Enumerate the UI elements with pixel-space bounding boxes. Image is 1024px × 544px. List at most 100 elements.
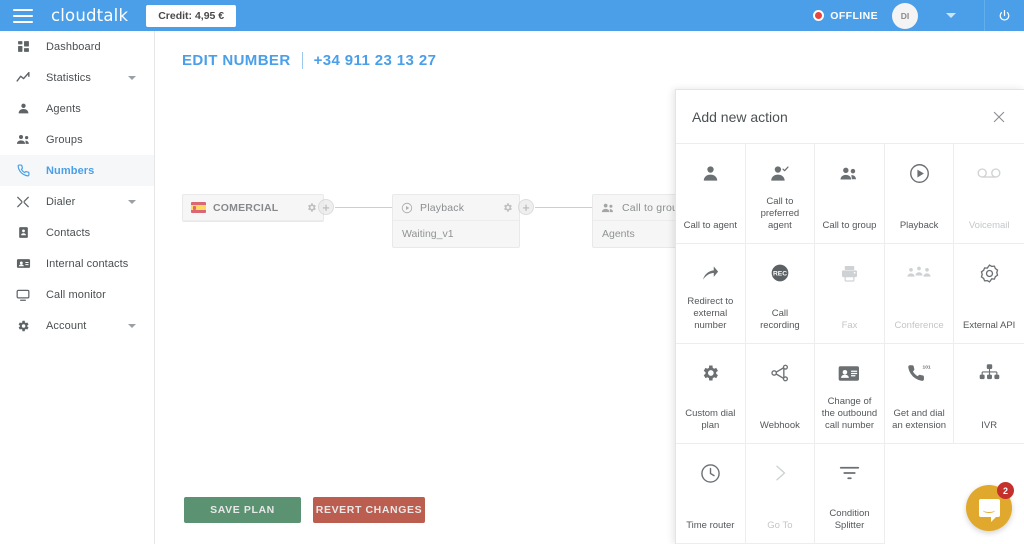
sidebar-item-dialer[interactable]: Dialer [0,186,154,217]
action-label: Custom dial plan [685,408,736,431]
agent-icon [14,100,32,118]
internal-contacts-icon [14,255,32,273]
person-icon [701,160,720,186]
top-bar-right: OFFLINE DI [813,0,1024,31]
play-icon [401,202,413,214]
panel-title: Add new action [692,108,788,125]
id-card-icon [838,360,860,386]
sidebar-item-label: Call monitor [46,288,106,301]
sidebar-item-account[interactable]: Account [0,310,154,341]
action-time-router[interactable]: Time router [676,444,746,544]
save-plan-button[interactable]: SAVE PLAN [184,497,301,523]
spain-flag-icon [191,202,206,213]
action-label: Webhook [759,420,800,431]
flow-node-header: COMERCIAL [183,195,323,221]
action-call-to-group[interactable]: Call to group [815,144,885,244]
action-custom-dial-plan[interactable]: Custom dial plan [676,344,746,444]
action-label: Condition Splitter [829,508,870,531]
svg-text:REC: REC [773,271,787,278]
statistics-icon [14,69,32,87]
action-call-to-agent[interactable]: Call to agent [676,144,746,244]
chat-bubble-icon [978,499,1000,522]
sidebar-item-numbers[interactable]: Numbers [0,155,154,186]
action-get-and-dial-extension[interactable]: 101 Get and dial an extension [884,344,955,444]
action-conference: Conference [884,244,955,344]
gear-icon[interactable] [306,202,317,213]
close-icon[interactable] [992,110,1006,124]
add-step-plus-icon[interactable]: + [518,199,534,215]
flow-connector [335,207,392,208]
brand-logo[interactable]: cloudtalk [51,6,128,25]
action-webhook[interactable]: Webhook [745,344,816,444]
action-change-outbound-call-number[interactable]: Change of the outbound call number [815,344,885,444]
sidebar-item-label: Agents [46,102,81,115]
action-label: Call recording [760,308,800,331]
flow-node-title: Playback [420,201,465,214]
chat-widget-button[interactable]: 2 [966,482,1014,531]
contacts-icon [14,224,32,242]
sidebar-item-label: Dashboard [46,40,101,53]
sidebar-item-statistics[interactable]: Statistics [0,62,154,93]
dashboard-icon [14,38,32,56]
dialer-icon [14,193,32,211]
action-label: Call to group [822,220,877,231]
sidebar-item-internal-contacts[interactable]: Internal contacts [0,248,154,279]
person-check-icon [769,160,790,186]
action-call-to-preferred-agent[interactable]: Call to preferred agent [745,144,816,244]
logout-power-icon[interactable] [984,0,1024,31]
flow-node-playback[interactable]: Playback Waiting_v1 [392,194,520,248]
flow-connector [535,207,592,208]
page-title-text: EDIT NUMBER [182,51,291,69]
hamburger-menu-icon[interactable] [13,8,33,23]
sidebar-item-groups[interactable]: Groups [0,124,154,155]
account-dropdown-chevron-down-icon[interactable] [918,0,984,31]
filter-icon [839,460,860,486]
phone-extension-icon: 101 [907,360,931,386]
gear-icon [14,317,32,335]
flow-node-subtitle: Waiting_v1 [402,228,454,240]
play-circle-icon [909,160,930,186]
conference-icon [907,260,931,286]
action-label: Time router [686,520,735,531]
action-label: External API [963,320,1016,331]
sidebar-item-contacts[interactable]: Contacts [0,217,154,248]
status-label: OFFLINE [830,9,878,22]
add-step-plus-icon[interactable]: + [318,199,334,215]
sidebar-item-label: Groups [46,133,83,146]
action-voicemail: Voicemail [954,144,1024,244]
flow-node-title: COMERCIAL [213,201,279,214]
avatar[interactable]: DI [892,2,918,29]
action-playback[interactable]: Playback [884,144,955,244]
groups-icon [838,160,860,186]
chevron-down-icon [128,323,136,328]
svg-text:101: 101 [922,365,930,371]
revert-changes-button[interactable]: REVERT CHANGES [313,497,425,523]
action-external-api[interactable]: External API [954,244,1024,344]
action-redirect-to-external-number[interactable]: Redirect to external number [676,244,746,344]
action-ivr[interactable]: IVR [954,344,1024,444]
chevron-right-icon [771,460,789,486]
action-label: Playback [899,220,939,231]
action-call-recording[interactable]: REC Call recording [745,244,816,344]
action-label: Go To [767,520,793,531]
rec-icon: REC [770,260,790,286]
app-root: cloudtalk Credit: 4,95 € OFFLINE DI Dash… [0,0,1024,544]
phone-icon [14,162,32,180]
sidebar-item-label: Contacts [46,226,91,239]
printer-icon [840,260,859,286]
sidebar-item-call-monitor[interactable]: Call monitor [0,279,154,310]
sidebar-item-agents[interactable]: Agents [0,93,154,124]
action-label: Call to agent [683,220,737,231]
action-condition-splitter[interactable]: Condition Splitter [815,444,885,544]
call-monitor-icon [14,286,32,304]
gear-icon[interactable] [502,202,513,213]
webhook-icon [770,360,790,386]
action-go-to: Go To [745,444,816,544]
chat-smile [982,508,995,513]
flow-node-comercial[interactable]: COMERCIAL [182,194,324,222]
clock-icon [700,460,721,486]
sidebar-item-dashboard[interactable]: Dashboard [0,31,154,62]
credit-badge[interactable]: Credit: 4,95 € [146,4,237,27]
voicemail-icon [977,160,1001,186]
status-toggle[interactable]: OFFLINE [813,10,878,22]
